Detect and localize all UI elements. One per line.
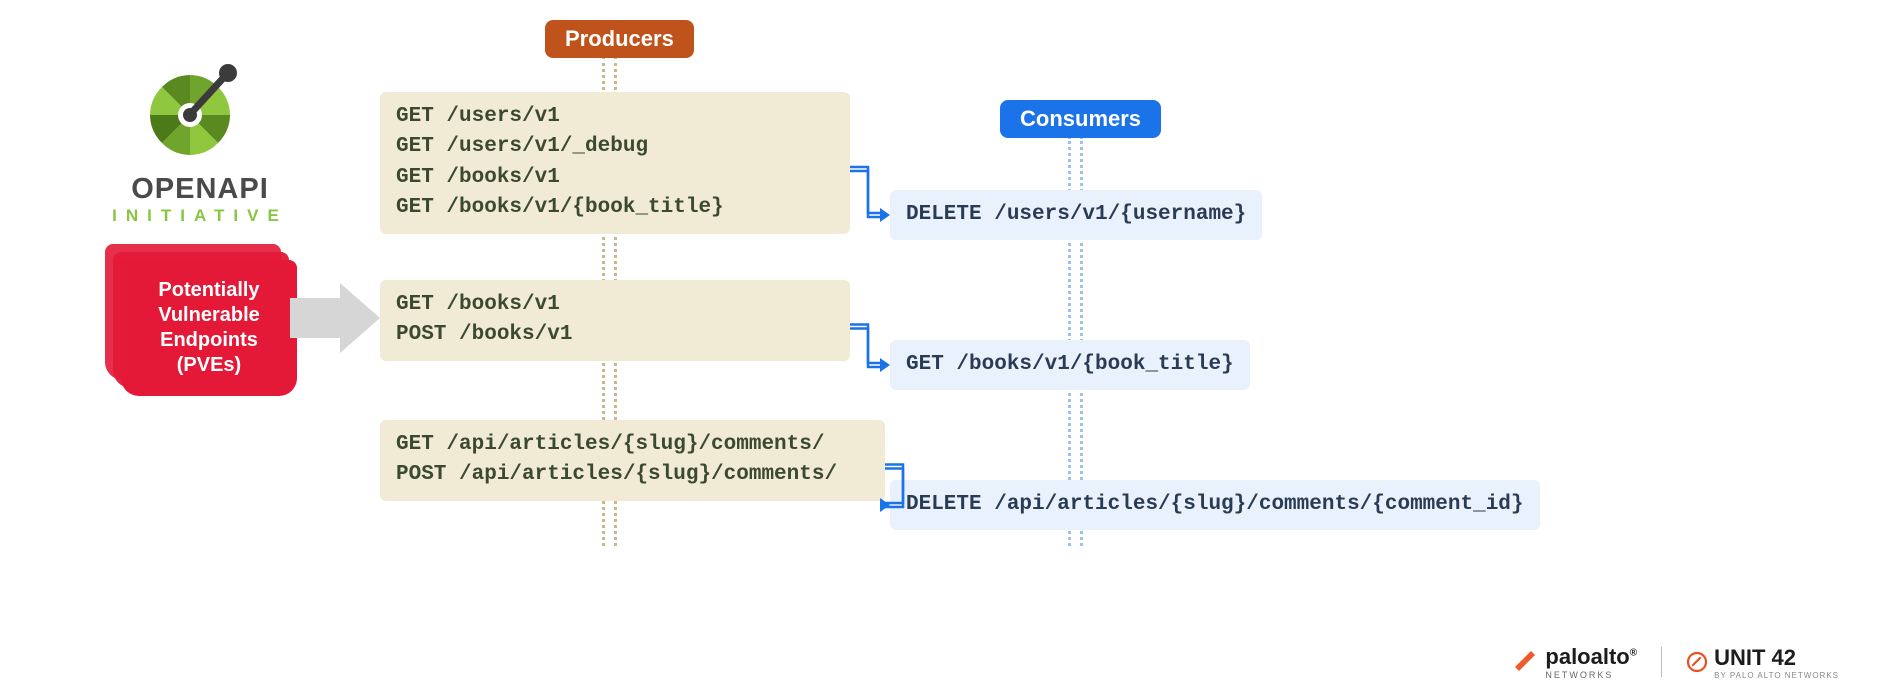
producers-label: Producers	[545, 20, 694, 58]
paloalto-sub: NETWORKS	[1545, 670, 1637, 680]
unit42-sub: BY PALO ALTO NETWORKS	[1714, 671, 1839, 680]
openapi-logo: OPENAPI INITIATIVE	[110, 60, 290, 226]
unit42-text: UNIT 42	[1714, 645, 1796, 670]
paloalto-icon	[1513, 649, 1539, 675]
openapi-icon	[145, 60, 255, 160]
openapi-subtitle: INITIATIVE	[110, 206, 290, 226]
paloalto-text: paloalto	[1545, 644, 1629, 669]
footer-divider	[1661, 647, 1662, 677]
unit42-logo: UNIT 42 BY PALO ALTO NETWORKS	[1686, 645, 1839, 680]
unit42-icon	[1686, 651, 1708, 673]
producer-box: GET /api/articles/{slug}/comments/ POST …	[380, 420, 885, 501]
api-flow-diagram: OPENAPI INITIATIVE Potentially Vulnerabl…	[0, 0, 1879, 700]
arrow-icon	[290, 278, 385, 358]
consumer-box: DELETE /users/v1/{username}	[890, 190, 1262, 240]
pve-stack: Potentially Vulnerable Endpoints (PVEs)	[105, 244, 295, 394]
consumer-box: GET /books/v1/{book_title}	[890, 340, 1250, 390]
pve-text: Potentially Vulnerable Endpoints (PVEs)	[158, 278, 260, 378]
consumer-box: DELETE /api/articles/{slug}/comments/{co…	[890, 480, 1540, 530]
producer-box: GET /books/v1 POST /books/v1	[380, 280, 850, 361]
pve-card-front: Potentially Vulnerable Endpoints (PVEs)	[121, 260, 297, 396]
openapi-title: OPENAPI	[110, 173, 290, 206]
consumers-label: Consumers	[1000, 100, 1161, 138]
paloalto-logo: paloalto® NETWORKS	[1513, 644, 1637, 680]
footer-logos: paloalto® NETWORKS UNIT 42 BY PALO ALTO …	[1513, 644, 1839, 680]
producer-box: GET /users/v1 GET /users/v1/_debug GET /…	[380, 92, 850, 234]
